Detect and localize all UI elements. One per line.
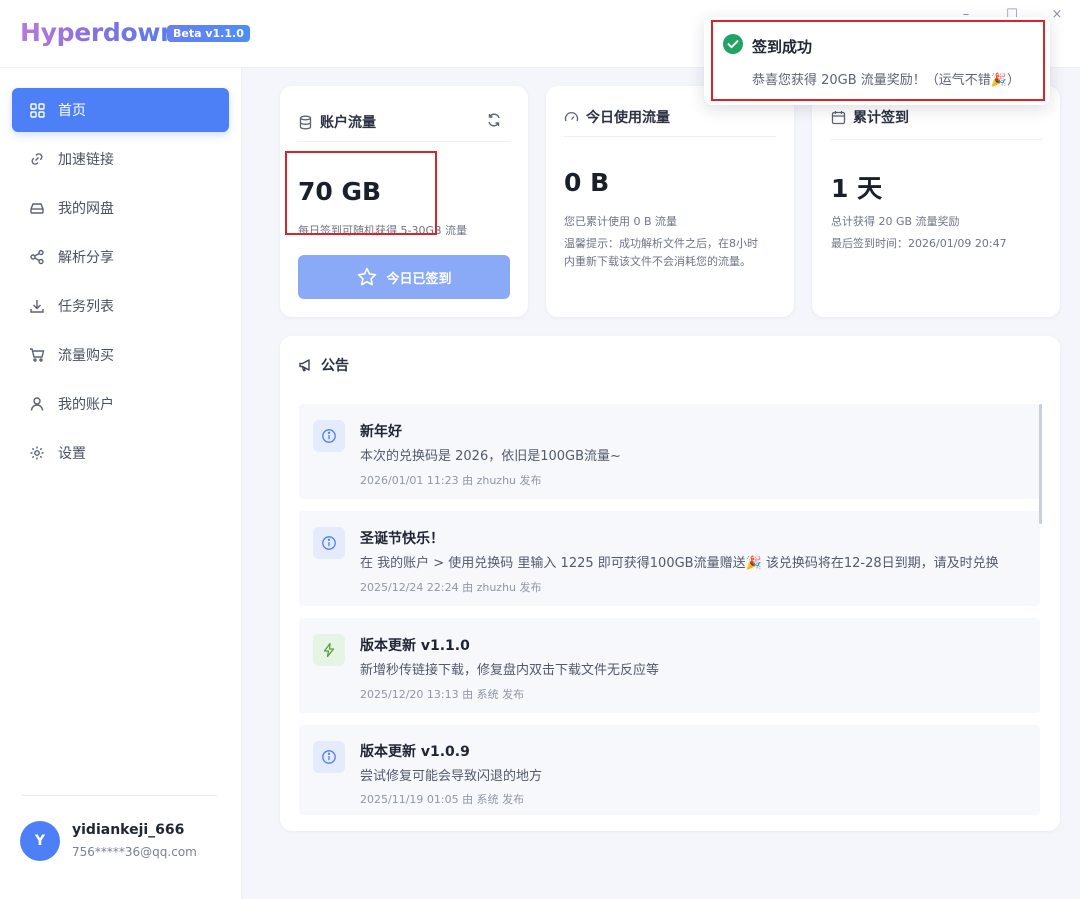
calendar-icon [831,110,846,124]
announcement-item[interactable]: 圣诞节快乐！ 在 我的账户 > 使用兑换码 里输入 1225 即可获得100GB… [299,511,1040,606]
last-checkin-text: 最后签到时间：2026/01/09 20:47 [831,237,1007,250]
download-icon [28,297,46,315]
grid-icon [28,101,46,119]
checkin-streak-value: 1 天 [831,174,883,203]
announcement-item[interactable]: 版本更新 v1.0.9 尝试修复可能会导致闪退的地方 2025/11/19 01… [299,725,1040,815]
sidebar-item-accelerate-link[interactable]: 加速链接 [12,137,229,181]
sidebar-item-label: 加速链接 [58,152,114,168]
announcement-item-body: 在 我的账户 > 使用兑换码 里输入 1225 即可获得100GB流量赠送🎉 该… [360,556,999,571]
app-logo: Hyperdown [20,18,178,47]
sidebar-item-label: 设置 [58,446,86,462]
user-name: yidiankeji_666 [72,822,185,838]
tip-line-2: 内重新下载该文件不会消耗您的流量。 [564,255,751,268]
announcement-item-body: 新增秒传链接下载，修复盘内双击下载文件无反应等 [360,663,660,678]
card-divider [298,141,510,142]
balance-highlight-box [285,151,437,235]
cart-icon [28,346,46,364]
checkin-streak-title: 累计签到 [853,110,909,126]
refresh-icon[interactable] [486,112,504,130]
announcement-item-title: 新年好 [360,424,402,440]
announcement-item-title: 版本更新 v1.0.9 [360,744,470,760]
announcement-item[interactable]: 版本更新 v1.1.0 新增秒传链接下载，修复盘内双击下载文件无反应等 2025… [299,618,1040,713]
bolt-icon [313,634,345,666]
link-icon [28,150,46,168]
sidebar-item-label: 任务列表 [58,299,114,315]
gear-icon [28,444,46,462]
sidebar-item-my-drive[interactable]: 我的网盘 [12,186,229,230]
account-traffic-header: 账户流量 [298,112,376,132]
announcement-item-meta: 2026/01/01 11:23 由 zhuzhu 发布 [360,474,542,487]
sidebar-item-label: 解析分享 [58,250,114,266]
database-icon [299,115,312,129]
checkin-button-label: 今日已签到 [386,271,452,287]
sidebar-item-parse-share[interactable]: 解析分享 [12,235,229,279]
today-usage-value: 0 B [564,168,610,197]
account-traffic-title: 账户流量 [320,115,376,131]
sidebar-item-buy-traffic[interactable]: 流量购买 [12,333,229,377]
announcement-title: 公告 [321,358,349,374]
sidebar-item-label: 我的账户 [58,397,114,413]
total-reward-text: 总计获得 20 GB 流量奖励 [831,215,960,228]
sidebar-item-label: 我的网盘 [58,201,114,217]
sidebar-item-label: 首页 [58,103,86,119]
checkin-button[interactable]: 今日已签到 [298,255,510,299]
star-icon [358,267,377,286]
gauge-icon [564,111,579,121]
announcement-item-meta: 2025/11/19 01:05 由 系统 发布 [360,793,525,806]
checkin-streak-header: 累计签到 [831,107,909,127]
toast-highlight-box [711,20,1045,101]
sidebar-item-settings[interactable]: 设置 [12,431,229,475]
share-icon [28,248,46,266]
sidebar-item-task-list[interactable]: 任务列表 [12,284,229,328]
sidebar-item-label: 流量购买 [58,348,114,364]
card-divider [831,139,1043,140]
announcement-item-title: 圣诞节快乐！ [360,531,444,547]
sidebar-item-home[interactable]: 首页 [12,88,229,132]
drive-icon [28,199,46,217]
announcement-item-title: 版本更新 v1.1.0 [360,638,470,654]
today-usage-header: 今日使用流量 [564,107,670,127]
announcement-item-meta: 2025/12/24 22:24 由 zhuzhu 发布 [360,581,542,594]
sidebar: 首页 加速链接 我的网盘 解析分享 任务列表 流量购买 我的账户 设置 Y yi… [0,68,242,899]
announcement-header: 公告 [298,355,349,375]
announcement-item-body: 尝试修复可能会导致闪退的地方 [360,769,543,784]
avatar[interactable]: Y [20,821,60,861]
announcement-item[interactable]: 新年好 本次的兑换码是 2026，依旧是100GB流量~ 2026/01/01 … [299,404,1040,499]
announcement-item-meta: 2025/12/20 13:13 由 系统 发布 [360,688,525,701]
card-divider [564,136,776,137]
user-icon [28,395,46,413]
tip-line-1: 温馨提示：成功解析文件之后，在8小时 [564,237,758,250]
sidebar-divider [22,795,217,796]
announcement-scrollbar[interactable] [1039,404,1042,524]
version-badge: Beta v1.1.0 [167,25,250,42]
today-usage-title: 今日使用流量 [586,110,670,126]
user-email: 756*****36@qq.com [72,845,197,859]
sidebar-item-my-account[interactable]: 我的账户 [12,382,229,426]
announcement-item-body: 本次的兑换码是 2026，依旧是100GB流量~ [360,449,621,464]
info-icon [313,420,345,452]
info-icon [313,741,345,773]
megaphone-icon [299,359,310,372]
info-icon [313,527,345,559]
total-used-text: 您已累计使用 0 B 流量 [564,215,678,228]
